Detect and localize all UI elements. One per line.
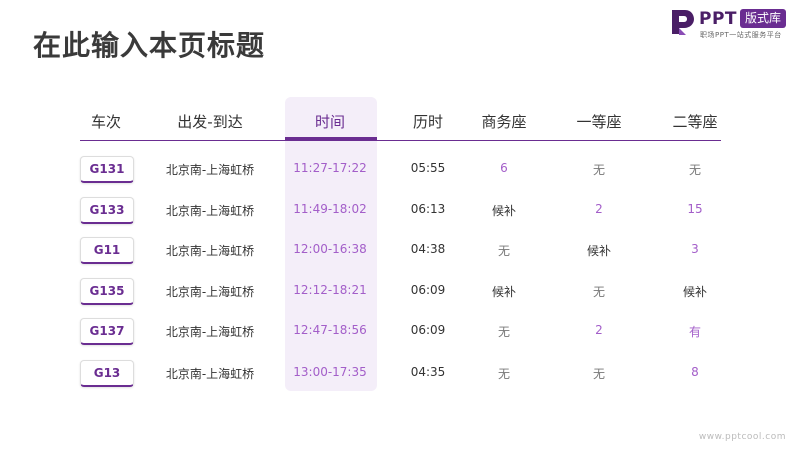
- table-row[interactable]: G133 北京南-上海虹桥 11:49-18:02 06:13 候补 2 15: [0, 197, 800, 227]
- header-route[interactable]: 出发-到达: [177, 111, 242, 132]
- second-class-cell: 15: [687, 202, 703, 216]
- header-divider: [80, 140, 721, 141]
- business-seat-cell: 无: [497, 244, 511, 258]
- time-cell: 12:12-18:21: [293, 283, 367, 297]
- second-class-cell: 8: [691, 365, 699, 379]
- route-cell: 北京南-上海虹桥: [165, 163, 255, 177]
- train-number-badge[interactable]: G135: [80, 278, 134, 305]
- train-number-badge[interactable]: G133: [80, 197, 134, 224]
- header-second-class[interactable]: 二等座: [672, 111, 717, 132]
- logo-tagline: 职场PPT一站式服务平台: [700, 31, 782, 39]
- header-train[interactable]: 车次: [91, 111, 121, 132]
- route-cell: 北京南-上海虹桥: [165, 285, 255, 299]
- second-class-cell: 候补: [682, 285, 708, 299]
- watermark: www.pptcool.com: [698, 432, 786, 442]
- second-class-cell: 3: [691, 242, 699, 256]
- business-seat-cell: 候补: [491, 204, 517, 218]
- table-row[interactable]: G131 北京南-上海虹桥 11:27-17:22 05:55 6 无 无: [0, 156, 800, 186]
- logo-badge: 版式库: [740, 9, 787, 28]
- route-cell: 北京南-上海虹桥: [165, 244, 255, 258]
- header-duration[interactable]: 历时: [413, 111, 443, 132]
- business-seat-cell: 无: [497, 367, 511, 381]
- table-row[interactable]: G11 北京南-上海虹桥 12:00-16:38 04:38 无 候补 3: [0, 237, 800, 267]
- header-first-class[interactable]: 一等座: [576, 111, 621, 132]
- duration-cell: 04:35: [410, 365, 446, 379]
- first-class-cell: 2: [595, 323, 603, 337]
- train-number-badge[interactable]: G13: [80, 360, 134, 387]
- route-cell: 北京南-上海虹桥: [165, 367, 255, 381]
- logo-brand-text: PPT: [699, 9, 738, 29]
- duration-cell: 06:13: [410, 202, 446, 216]
- route-cell: 北京南-上海虹桥: [165, 325, 255, 339]
- table-row[interactable]: G135 北京南-上海虹桥 12:12-18:21 06:09 候补 无 候补: [0, 278, 800, 308]
- second-class-cell: 无: [688, 163, 702, 177]
- table-row[interactable]: G137 北京南-上海虹桥 12:47-18:56 06:09 无 2 有: [0, 318, 800, 348]
- brand-logo: PPT 版式库 职场PPT一站式服务平台: [670, 6, 788, 40]
- duration-cell: 06:09: [410, 283, 446, 297]
- train-number-badge[interactable]: G137: [80, 318, 134, 345]
- train-number-badge[interactable]: G11: [80, 237, 134, 264]
- route-cell: 北京南-上海虹桥: [165, 204, 255, 218]
- time-cell: 12:47-18:56: [293, 323, 367, 337]
- duration-cell: 05:55: [410, 161, 446, 175]
- first-class-cell: 无: [592, 285, 606, 299]
- second-class-cell: 有: [688, 325, 702, 339]
- duration-cell: 04:38: [410, 242, 446, 256]
- first-class-cell: 候补: [586, 244, 612, 258]
- time-cell: 11:27-17:22: [293, 161, 367, 175]
- table-row[interactable]: G13 北京南-上海虹桥 13:00-17:35 04:35 无 无 8: [0, 360, 800, 390]
- header-business[interactable]: 商务座: [481, 111, 526, 132]
- time-cell: 13:00-17:35: [293, 365, 367, 379]
- page-title: 在此输入本页标题: [33, 29, 266, 62]
- duration-cell: 06:09: [410, 323, 446, 337]
- first-class-cell: 2: [595, 202, 603, 216]
- ppt-logo-icon: [672, 10, 694, 35]
- time-cell: 12:00-16:38: [293, 242, 367, 256]
- header-time[interactable]: 时间: [315, 111, 345, 132]
- first-class-cell: 无: [592, 163, 606, 177]
- business-seat-cell: 候补: [491, 285, 517, 299]
- business-seat-cell: 无: [497, 325, 511, 339]
- first-class-cell: 无: [592, 367, 606, 381]
- train-number-badge[interactable]: G131: [80, 156, 134, 183]
- business-seat-cell: 6: [500, 161, 508, 175]
- time-cell: 11:49-18:02: [293, 202, 367, 216]
